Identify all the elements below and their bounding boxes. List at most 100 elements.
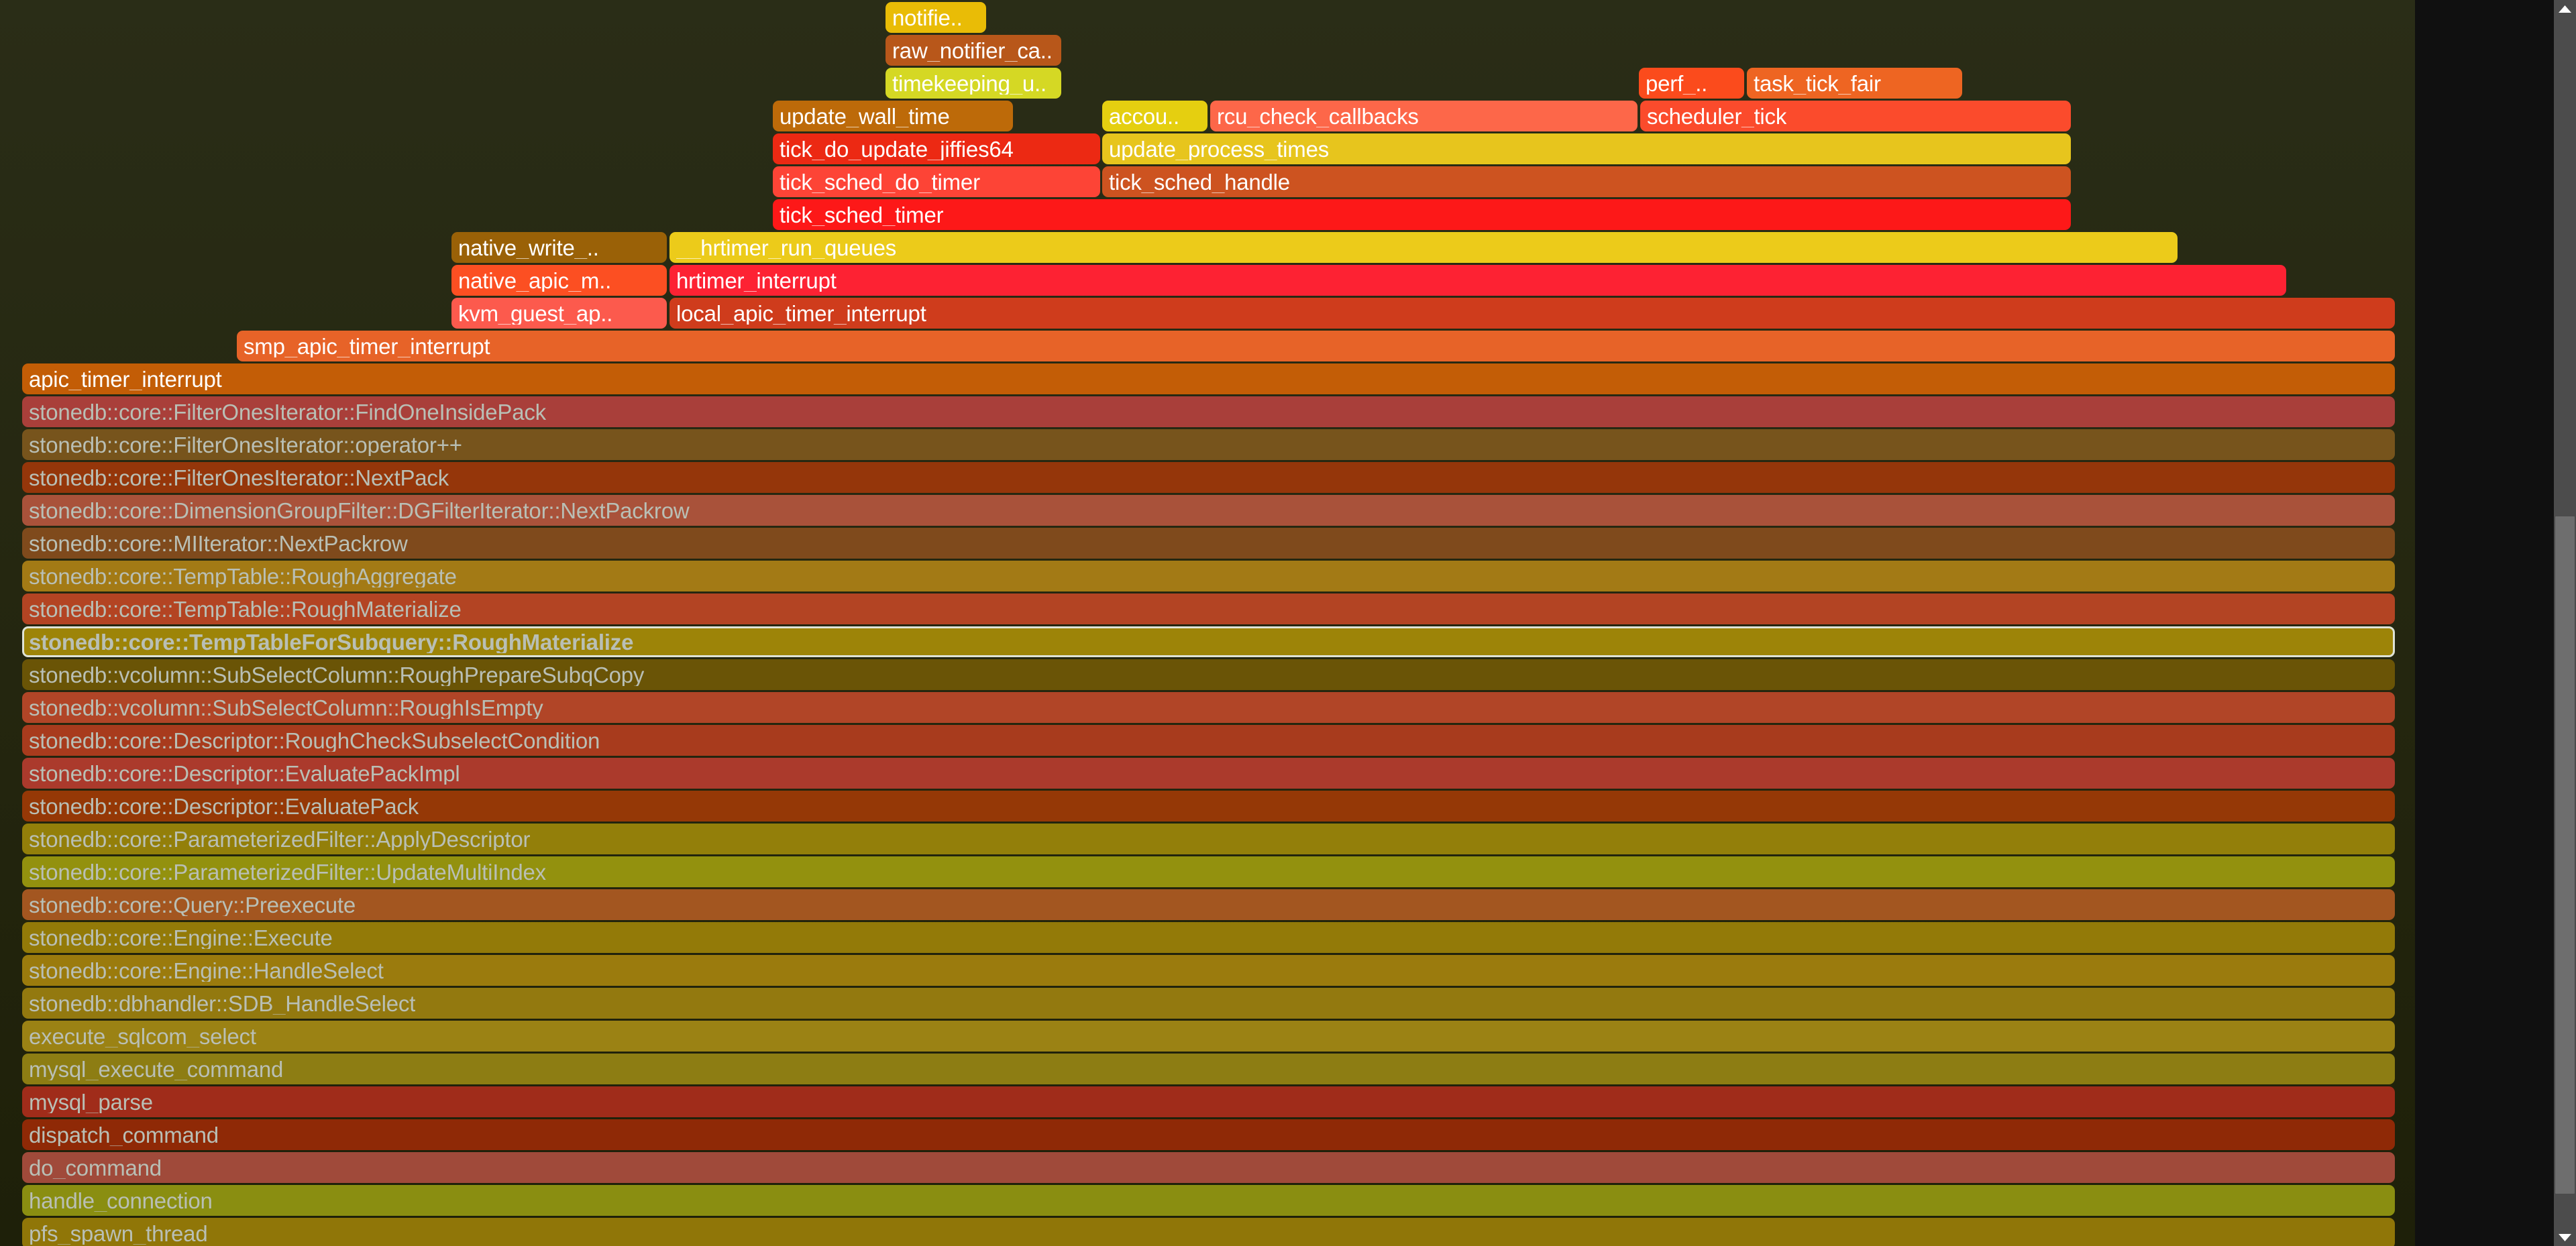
flame-frame-label: stonedb::core::Descriptor::EvaluatePackI…: [29, 762, 460, 785]
flame-graph-window: notifie.. raw_notifier_ca.. timekeeping_u.…: [0, 0, 2576, 1246]
flame-frame-label: local_apic_timer_interrupt: [676, 302, 926, 325]
flame-frame[interactable]: execute_sqlcom_select: [22, 1021, 2395, 1052]
flame-frame-label: native_write_..: [458, 236, 599, 259]
flame-frame-label: stonedb::core::MIIterator::NextPackrow: [29, 532, 408, 555]
flame-frame[interactable]: stonedb::core::TempTableForSubquery::Rou…: [22, 626, 2395, 657]
flame-frame-label: stonedb::core::Engine::HandleSelect: [29, 959, 384, 982]
flame-frame[interactable]: stonedb::core::DimensionGroupFilter::DGF…: [22, 495, 2395, 526]
flame-frame-label: stonedb::core::FilterOnesIterator::opera…: [29, 433, 462, 456]
flame-frame[interactable]: stonedb::core::Descriptor::EvaluatePack: [22, 791, 2395, 822]
flame-frame-label: stonedb::core::FilterOnesIterator::NextP…: [29, 466, 449, 489]
flame-frame-label: mysql_parse: [29, 1090, 153, 1113]
flame-frame[interactable]: stonedb::vcolumn::SubSelectColumn::Rough…: [22, 692, 2395, 723]
flame-frame-label: rcu_check_callbacks: [1217, 105, 1419, 127]
flame-frame[interactable]: tick_sched_timer: [773, 199, 2071, 230]
flame-frame-label: kvm_guest_ap..: [458, 302, 613, 325]
flame-frame[interactable]: __hrtimer_run_queues: [669, 232, 2178, 263]
flame-frame-label: accou..: [1109, 105, 1179, 127]
flame-frame-label: native_apic_m..: [458, 269, 612, 292]
flame-frame-label: stonedb::core::Descriptor::RoughCheckSub…: [29, 729, 600, 752]
flame-frame[interactable]: stonedb::core::Descriptor::RoughCheckSub…: [22, 725, 2395, 756]
flame-frame[interactable]: stonedb::core::MIIterator::NextPackrow: [22, 528, 2395, 559]
flame-frame-label: raw_notifier_ca..: [892, 39, 1053, 62]
flame-frame-label: mysql_execute_command: [29, 1058, 284, 1080]
flame-frame[interactable]: rcu_check_callbacks: [1210, 101, 1638, 131]
flame-frame[interactable]: pfs_spawn_thread: [22, 1218, 2395, 1246]
flame-frame[interactable]: tick_sched_handle: [1102, 166, 2071, 197]
flame-frame-label: pfs_spawn_thread: [29, 1222, 208, 1245]
flame-frame[interactable]: scheduler_tick: [1640, 101, 2071, 131]
flame-frame-label: scheduler_tick: [1647, 105, 1787, 127]
flame-frame[interactable]: stonedb::core::FilterOnesIterator::opera…: [22, 429, 2395, 460]
flame-frame[interactable]: raw_notifier_ca..: [885, 35, 1061, 66]
flame-frame[interactable]: apic_timer_interrupt: [22, 363, 2395, 394]
flame-frame[interactable]: local_apic_timer_interrupt: [669, 298, 2395, 329]
flame-frame[interactable]: smp_apic_timer_interrupt: [237, 331, 2395, 361]
flame-frame-label: stonedb::core::Descriptor::EvaluatePack: [29, 795, 419, 817]
flame-frame-label: apic_timer_interrupt: [29, 367, 222, 390]
flame-frame-label: update_wall_time: [780, 105, 950, 127]
flame-frame[interactable]: stonedb::core::Query::Preexecute: [22, 889, 2395, 920]
flame-frame-label: hrtimer_interrupt: [676, 269, 837, 292]
flame-frame[interactable]: task_tick_fair: [1747, 68, 1962, 99]
flame-frame-label: do_command: [29, 1156, 162, 1179]
flame-frame[interactable]: mysql_parse: [22, 1086, 2395, 1117]
flame-frame[interactable]: native_apic_m..: [451, 265, 667, 296]
flame-frame-label: __hrtimer_run_queues: [676, 236, 897, 259]
flame-frame[interactable]: hrtimer_interrupt: [669, 265, 2286, 296]
flame-frame[interactable]: tick_do_update_jiffies64: [773, 133, 1100, 164]
flame-frame[interactable]: native_write_..: [451, 232, 667, 263]
flame-frame-label: stonedb::core::TempTable::RoughMateriali…: [29, 598, 462, 620]
flame-frame[interactable]: stonedb::core::ParameterizedFilter::Upda…: [22, 856, 2395, 887]
flame-frame[interactable]: accou..: [1102, 101, 1208, 131]
flame-frame-label: stonedb::core::ParameterizedFilter::Appl…: [29, 828, 531, 850]
flame-frame-label: dispatch_command: [29, 1123, 219, 1146]
flame-frame-label: execute_sqlcom_select: [29, 1025, 256, 1047]
scroll-down-arrow[interactable]: [2554, 1229, 2576, 1246]
flame-frame-label: stonedb::core::TempTable::RoughAggregate: [29, 565, 457, 587]
flame-frame[interactable]: perf_..: [1639, 68, 1744, 99]
flame-frame-label: stonedb::vcolumn::SubSelectColumn::Rough…: [29, 663, 645, 686]
flame-frame-label: update_process_times: [1109, 137, 1330, 160]
flame-frame-label: tick_do_update_jiffies64: [780, 137, 1014, 160]
flame-frame[interactable]: stonedb::core::TempTable::RoughAggregate: [22, 561, 2395, 591]
flame-frame[interactable]: stonedb::core::TempTable::RoughMateriali…: [22, 593, 2395, 624]
flame-frame-label: stonedb::core::FilterOnesIterator::FindO…: [29, 400, 546, 423]
flame-frame-label: stonedb::core::Engine::Execute: [29, 926, 333, 949]
flame-frame-label: task_tick_fair: [1754, 72, 1881, 95]
flame-frame-label: tick_sched_handle: [1109, 170, 1290, 193]
flame-frame-label: tick_sched_timer: [780, 203, 944, 226]
right-gutter-panel: [2415, 0, 2554, 1246]
flame-frame[interactable]: timekeeping_u..: [885, 68, 1061, 99]
flame-frame[interactable]: do_command: [22, 1152, 2395, 1183]
flame-frame[interactable]: stonedb::core::FilterOnesIterator::FindO…: [22, 396, 2395, 427]
flame-frame-label: stonedb::core::Query::Preexecute: [29, 893, 356, 916]
flame-frame[interactable]: mysql_execute_command: [22, 1054, 2395, 1084]
flame-frame[interactable]: stonedb::core::ParameterizedFilter::Appl…: [22, 824, 2395, 854]
flame-frame[interactable]: stonedb::core::Engine::Execute: [22, 922, 2395, 953]
flame-frame[interactable]: kvm_guest_ap..: [451, 298, 667, 329]
flame-frame[interactable]: stonedb::core::Descriptor::EvaluatePackI…: [22, 758, 2395, 789]
flame-frame-label: tick_sched_do_timer: [780, 170, 980, 193]
flame-frame[interactable]: update_wall_time: [773, 101, 1013, 131]
flame-graph-canvas[interactable]: notifie.. raw_notifier_ca.. timekeeping_u.…: [0, 0, 2415, 1246]
scrollbar-thumb[interactable]: [2555, 516, 2575, 1194]
flame-frame-label: timekeeping_u..: [892, 72, 1046, 95]
flame-frame[interactable]: dispatch_command: [22, 1119, 2395, 1150]
flame-frame[interactable]: notifie..: [885, 2, 986, 33]
flame-frame[interactable]: handle_connection: [22, 1185, 2395, 1216]
flame-frame[interactable]: stonedb::dbhandler::SDB_HandleSelect: [22, 988, 2395, 1019]
flame-frame-label: perf_..: [1646, 72, 1708, 95]
flame-frame-label: smp_apic_timer_interrupt: [244, 335, 490, 357]
flame-frame[interactable]: update_process_times: [1102, 133, 2071, 164]
flame-frame-label: stonedb::vcolumn::SubSelectColumn::Rough…: [29, 696, 543, 719]
flame-frame-label: notifie..: [892, 6, 963, 29]
flame-frame[interactable]: stonedb::vcolumn::SubSelectColumn::Rough…: [22, 659, 2395, 690]
scroll-up-arrow[interactable]: [2554, 0, 2576, 17]
flame-frame[interactable]: stonedb::core::Engine::HandleSelect: [22, 955, 2395, 986]
vertical-scrollbar[interactable]: [2554, 0, 2576, 1246]
flame-frame[interactable]: stonedb::core::FilterOnesIterator::NextP…: [22, 462, 2395, 493]
flame-frame-label: stonedb::core::DimensionGroupFilter::DGF…: [29, 499, 690, 522]
flame-frame-label: stonedb::dbhandler::SDB_HandleSelect: [29, 992, 416, 1015]
flame-frame[interactable]: tick_sched_do_timer: [773, 166, 1100, 197]
